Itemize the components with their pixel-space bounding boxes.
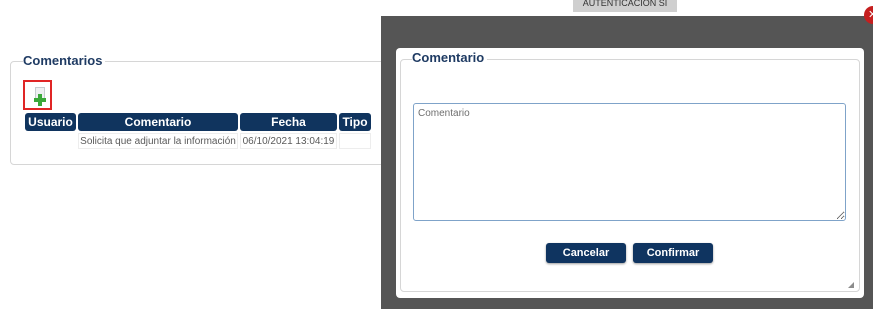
column-header-usuario[interactable]: Usuario — [25, 113, 76, 131]
column-header-tipo[interactable]: Tipo — [339, 113, 371, 131]
cell-comentario: Solicita que adjuntar la información — [78, 133, 238, 149]
resize-grip-icon[interactable] — [848, 282, 854, 288]
comments-title: Comentarios — [23, 53, 106, 68]
confirm-button[interactable]: Confirmar — [633, 243, 713, 263]
cell-fecha: 06/10/2021 13:04:19 — [240, 133, 337, 149]
background-tab: AUTENTICACIÓN SI — [573, 0, 677, 12]
cell-tipo — [339, 133, 371, 149]
cancel-button[interactable]: Cancelar — [546, 243, 626, 263]
add-comment-button[interactable] — [23, 80, 52, 110]
column-header-comentario[interactable]: Comentario — [78, 113, 238, 131]
column-header-fecha[interactable]: Fecha — [240, 113, 337, 131]
comment-textarea[interactable] — [413, 103, 846, 221]
dialog-title: Comentario — [412, 50, 488, 65]
